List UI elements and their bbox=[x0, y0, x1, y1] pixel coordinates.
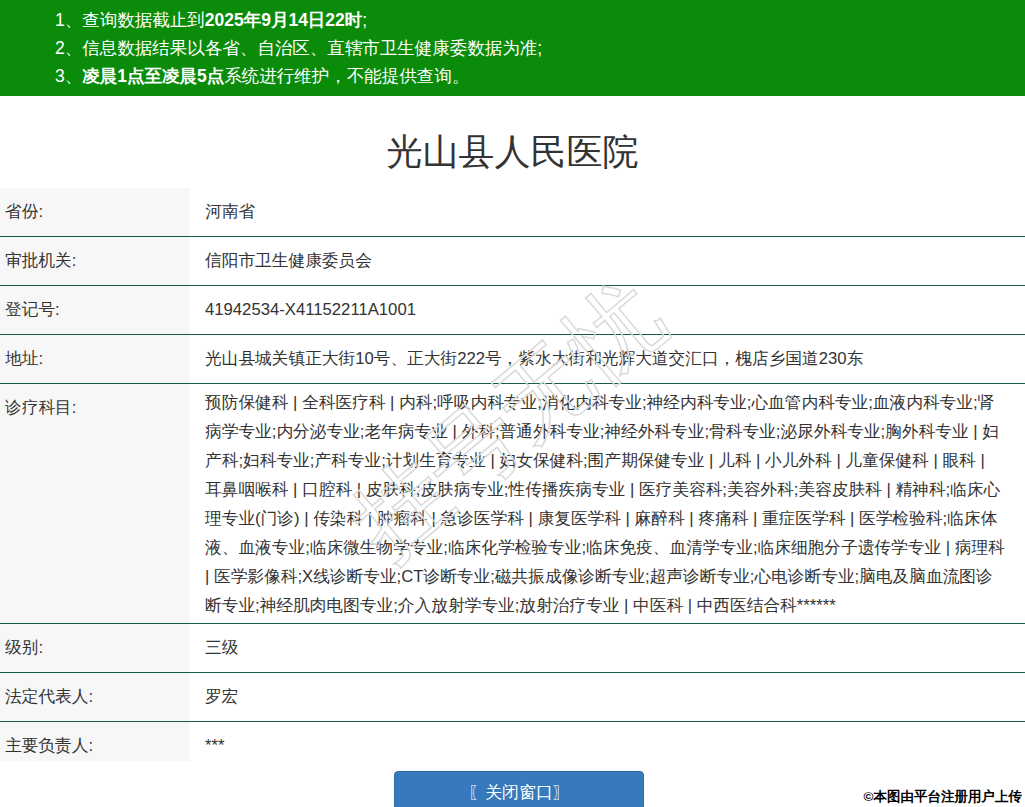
info-row-3: 登记号:41942534-X41152211A1001 bbox=[0, 286, 1025, 335]
notice-line-2: 2、信息数据结果以各省、自治区、直辖市卫生健康委数据为准; bbox=[0, 34, 1025, 62]
notice-bold-text: 2025年9月14日22时 bbox=[205, 10, 363, 30]
field-label: 审批机关: bbox=[0, 237, 190, 286]
field-value: 信阳市卫生健康委员会 bbox=[190, 237, 1025, 286]
info-row-4: 地址:光山县城关镇正大街10号、正大街222号，紫水大街和光辉大道交汇口，槐店乡… bbox=[0, 335, 1025, 384]
field-value: 河南省 bbox=[190, 188, 1025, 237]
field-value: 光山县城关镇正大街10号、正大街222号，紫水大街和光辉大道交汇口，槐店乡国道2… bbox=[190, 335, 1025, 384]
info-row-2: 审批机关:信阳市卫生健康委员会 bbox=[0, 237, 1025, 286]
notice-number: 3、 bbox=[55, 66, 82, 86]
info-row-5: 诊疗科目:预防保健科 | 全科医疗科 | 内科;呼吸内科专业;消化内科专业;神经… bbox=[0, 384, 1025, 624]
info-row-8: 主要负责人:*** bbox=[0, 722, 1025, 762]
field-label: 主要负责人: bbox=[0, 722, 190, 762]
field-label: 省份: bbox=[0, 188, 190, 237]
notice-text: 信息数据结果以各省、自治区、直辖市卫生健康委数据为准; bbox=[82, 38, 542, 58]
field-label: 级别: bbox=[0, 624, 190, 673]
notice-bold-text: 凌晨1点至凌晨5点 bbox=[82, 66, 224, 86]
notice-text: ; bbox=[362, 10, 367, 30]
field-value: 罗宏 bbox=[190, 673, 1025, 722]
hospital-info-table: 省份:河南省审批机关:信阳市卫生健康委员会登记号:41942534-X41152… bbox=[0, 188, 1025, 761]
field-label: 法定代表人: bbox=[0, 673, 190, 722]
field-value: 预防保健科 | 全科医疗科 | 内科;呼吸内科专业;消化内科专业;神经内科专业;… bbox=[190, 384, 1025, 624]
notice-list: 1、查询数据截止到2025年9月14日22时;2、信息数据结果以各省、自治区、直… bbox=[0, 6, 1025, 90]
hospital-title: 光山县人民医院 bbox=[0, 132, 1025, 172]
notice-banner: 1、查询数据截止到2025年9月14日22时;2、信息数据结果以各省、自治区、直… bbox=[0, 0, 1025, 96]
field-value: 41942534-X41152211A1001 bbox=[190, 286, 1025, 335]
notice-number: 2、 bbox=[55, 38, 82, 58]
field-value: *** bbox=[190, 722, 1025, 762]
notice-number: 1、 bbox=[55, 10, 82, 30]
image-credit-footer: ©本图由平台注册用户上传 bbox=[864, 788, 1022, 806]
notice-line-3: 3、凌晨1点至凌晨5点系统进行维护，不能提供查询。 bbox=[0, 62, 1025, 90]
field-label: 地址: bbox=[0, 335, 190, 384]
info-row-1: 省份:河南省 bbox=[0, 188, 1025, 237]
field-label: 登记号: bbox=[0, 286, 190, 335]
notice-text: 查询数据截止到 bbox=[82, 10, 205, 30]
notice-line-1: 1、查询数据截止到2025年9月14日22时; bbox=[0, 6, 1025, 34]
close-window-button[interactable]: 〖关闭窗口〗 bbox=[394, 771, 644, 807]
notice-text: 系统进行维护，不能提供查询。 bbox=[224, 66, 469, 86]
info-row-7: 法定代表人:罗宏 bbox=[0, 673, 1025, 722]
info-row-6: 级别:三级 bbox=[0, 624, 1025, 673]
field-label: 诊疗科目: bbox=[0, 384, 190, 624]
field-value: 三级 bbox=[190, 624, 1025, 673]
